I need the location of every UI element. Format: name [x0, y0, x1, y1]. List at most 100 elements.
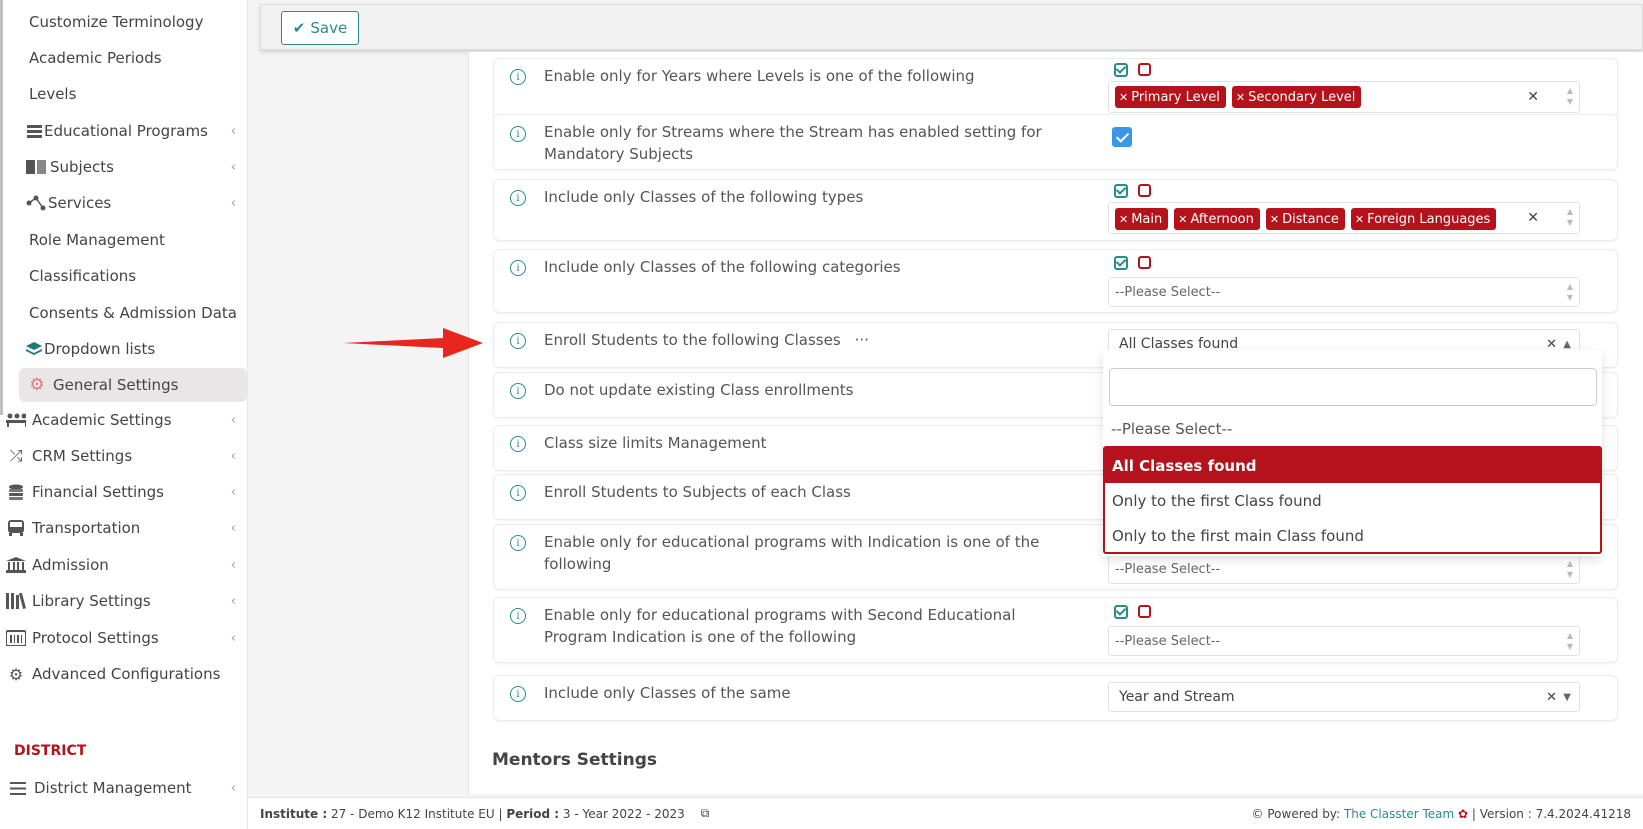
setting-label: Include only Classes of the following ty… — [544, 188, 864, 206]
sidebar-item-classifications[interactable]: Classifications — [0, 259, 248, 293]
info-icon[interactable]: i — [510, 260, 526, 276]
sidebar-item-consents-admission[interactable]: Consents & Admission Data — [0, 296, 248, 330]
spinner-arrows-icon[interactable]: ▲ ▼ — [1567, 630, 1573, 652]
spinner-arrows-icon[interactable]: ▲ ▼ — [1567, 206, 1573, 228]
same-classes-select[interactable]: Year and Stream ✕ ▼ — [1108, 682, 1580, 712]
sidebar-item-levels[interactable]: Levels — [0, 77, 248, 111]
tag-foreign-languages[interactable]: ✕ Foreign Languages — [1350, 208, 1497, 230]
select-all-icon[interactable] — [1114, 256, 1128, 270]
remove-tag-icon[interactable]: ✕ — [1119, 213, 1128, 226]
sidebar-item-district-management[interactable]: District Management ‹ — [0, 771, 248, 805]
sidebar-item-protocol-settings[interactable]: Protocol Settings ‹ — [0, 621, 248, 655]
setting-row-streams: i Enable only for Streams where the Stre… — [493, 114, 1618, 170]
save-button[interactable]: ✔ Save — [281, 11, 359, 45]
dropdown-option-first-main-class[interactable]: Only to the first main Class found — [1105, 518, 1600, 553]
info-icon[interactable]: i — [510, 686, 526, 702]
setting-row-class-categories: i Include only Classes of the following … — [493, 249, 1618, 313]
sidebar-item-label: Protocol Settings — [32, 629, 159, 647]
levels-multiselect[interactable]: ✕ Primary Level ✕ Secondary Level ✕ ▲ ▼ — [1108, 81, 1580, 113]
dropdown-search-input[interactable] — [1109, 368, 1597, 406]
sidebar-item-academic-periods[interactable]: Academic Periods — [0, 41, 248, 75]
clear-icon[interactable]: ✕ — [1527, 89, 1539, 105]
share-nodes-icon — [26, 193, 46, 213]
spinner-arrows-icon[interactable]: ▲ ▼ — [1567, 281, 1573, 303]
chevron-left-icon: ‹ — [230, 557, 236, 573]
sidebar-item-label: Subjects — [50, 158, 114, 176]
remove-tag-icon[interactable]: ✕ — [1119, 91, 1128, 104]
remove-tag-icon[interactable]: ✕ — [1236, 91, 1245, 104]
sidebar-item-services[interactable]: Services ‹ — [0, 186, 248, 220]
more-options-icon[interactable]: ··· — [855, 331, 869, 349]
select-all-icon[interactable] — [1114, 605, 1128, 619]
select-all-icon[interactable] — [1114, 184, 1128, 198]
info-icon[interactable]: i — [510, 485, 526, 501]
remove-tag-icon[interactable]: ✕ — [1270, 213, 1279, 226]
sidebar-item-library-settings[interactable]: Library Settings ‹ — [0, 584, 248, 618]
setting-label: Enroll Students to the following Classes… — [544, 329, 869, 351]
sidebar-item-role-management[interactable]: Role Management — [0, 223, 248, 257]
select-all-icon[interactable] — [1114, 63, 1128, 77]
chevron-left-icon: ‹ — [230, 412, 236, 428]
deselect-all-icon[interactable] — [1138, 184, 1151, 197]
sidebar-item-admission[interactable]: Admission ‹ — [0, 548, 248, 582]
clear-icon[interactable]: ✕ — [1527, 210, 1539, 226]
info-icon[interactable]: i — [510, 535, 526, 551]
sidebar-item-customize-terminology[interactable]: Customize Terminology — [0, 5, 248, 39]
tag-distance[interactable]: ✕ Distance — [1265, 208, 1345, 230]
spinner-arrows-icon[interactable]: ▲ ▼ — [1567, 85, 1573, 107]
sidebar-item-advanced-configurations[interactable]: ⚙ Advanced Configurations — [0, 657, 248, 691]
tag-secondary-level[interactable]: ✕ Secondary Level — [1231, 86, 1362, 108]
sidebar-item-educational-programs[interactable]: Educational Programs ‹ — [0, 114, 248, 148]
sidebar-item-transportation[interactable]: Transportation ‹ — [0, 511, 248, 545]
class-types-multiselect[interactable]: ✕ Main ✕ Afternoon ✕ Distance ✕ Foreign Lang… — [1108, 202, 1580, 234]
sidebar-section-district: DISTRICT — [14, 743, 87, 759]
dropdown-option-first-class[interactable]: Only to the first Class found — [1105, 483, 1600, 518]
remove-tag-icon[interactable]: ✕ — [1178, 213, 1187, 226]
sidebar-item-crm-settings[interactable]: ⤮ CRM Settings ‹ — [0, 439, 248, 473]
select-placeholder: --Please Select-- — [1115, 561, 1221, 577]
tag-primary-level[interactable]: ✕ Primary Level — [1115, 86, 1226, 108]
sidebar-item-label: Transportation — [32, 519, 141, 537]
annotation-arrow-icon — [343, 328, 483, 358]
dropdown-option-all-classes[interactable]: All Classes found — [1105, 448, 1600, 483]
info-icon[interactable]: i — [510, 608, 526, 624]
info-icon[interactable]: i — [510, 190, 526, 206]
select-placeholder: --Please Select-- — [1115, 284, 1221, 300]
tag-label: Main — [1131, 211, 1163, 227]
class-categories-multiselect[interactable]: --Please Select-- ▲ ▼ — [1108, 277, 1580, 307]
mandatory-subjects-checkbox[interactable] — [1112, 127, 1132, 147]
sidebar-item-dropdown-lists[interactable]: Dropdown lists — [0, 332, 248, 366]
copy-icon[interactable]: ⧉ — [701, 806, 710, 821]
remove-tag-icon[interactable]: ✕ — [1355, 213, 1364, 226]
deselect-all-icon[interactable] — [1138, 605, 1151, 618]
deselect-all-icon[interactable] — [1138, 63, 1151, 76]
second-indication-multiselect[interactable]: --Please Select-- ▲ ▼ — [1108, 626, 1580, 656]
indication-multiselect[interactable]: --Please Select-- ▲ ▼ — [1108, 554, 1580, 584]
dropdown-option-placeholder[interactable]: --Please Select-- — [1111, 420, 1232, 438]
sidebar-item-subjects[interactable]: Subjects ‹ — [0, 150, 248, 184]
info-icon[interactable]: i — [510, 69, 526, 85]
bus-icon — [6, 518, 26, 538]
deselect-all-icon[interactable] — [1138, 256, 1151, 269]
info-icon[interactable]: i — [510, 383, 526, 399]
users-icon — [6, 410, 26, 430]
spinner-arrows-icon[interactable]: ▲ ▼ — [1567, 558, 1573, 580]
version-label: | Version : 7.4.2024.41218 — [1471, 807, 1631, 821]
tag-label: Afternoon — [1190, 211, 1254, 227]
sidebar-item-academic-settings[interactable]: Academic Settings ‹ — [0, 403, 248, 437]
copyright-icon: © — [1251, 807, 1264, 821]
tag-afternoon[interactable]: ✕ Afternoon — [1174, 208, 1260, 230]
classter-team-link[interactable]: The Classter Team — [1344, 807, 1454, 821]
sidebar-item-label: Role Management — [29, 231, 165, 249]
sidebar-item-general-settings[interactable]: ⚙ General Settings — [19, 368, 247, 402]
tag-main[interactable]: ✕ Main — [1115, 208, 1169, 230]
info-icon[interactable]: i — [510, 126, 526, 142]
info-icon[interactable]: i — [510, 333, 526, 349]
setting-label-text: Enroll Students to the following Classes — [544, 331, 841, 349]
shuffle-icon: ⤮ — [9, 446, 23, 465]
check-icon: ✔ — [292, 19, 306, 37]
chevron-left-icon: ‹ — [230, 123, 236, 139]
clear-icon[interactable]: ✕ — [1546, 690, 1557, 705]
info-icon[interactable]: i — [510, 436, 526, 452]
sidebar-item-financial-settings[interactable]: Financial Settings ‹ — [0, 475, 248, 509]
